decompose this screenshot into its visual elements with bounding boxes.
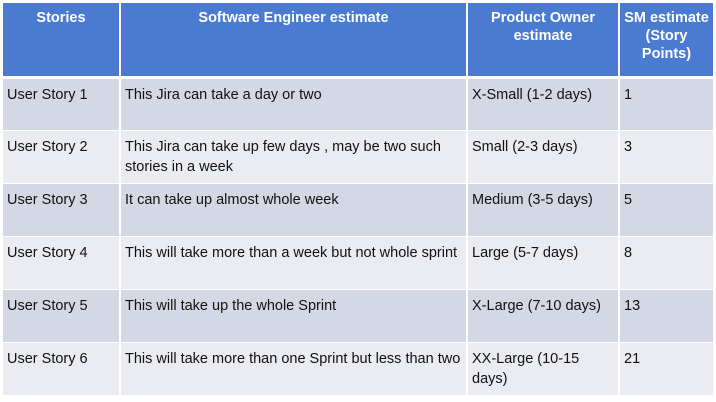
header-sm-estimate: SM estimate (Story Points) xyxy=(619,3,713,79)
story-points-cell: 1 xyxy=(619,77,713,131)
table-row: User Story 3 It can take up almost whole… xyxy=(3,183,713,237)
table-row: User Story 6 This will take more than on… xyxy=(3,342,713,396)
engineer-estimate-cell: This Jira can take a day or two xyxy=(120,77,468,131)
estimation-table: Stories Software Engineer estimate Produ… xyxy=(3,3,713,396)
story-cell: User Story 3 xyxy=(3,183,121,237)
table-row: User Story 5 This will take up the whole… xyxy=(3,289,713,343)
owner-estimate-cell: XX-Large (10-15 days) xyxy=(467,342,620,396)
table-row: User Story 1 This Jira can take a day or… xyxy=(3,77,713,131)
header-row: Stories Software Engineer estimate Produ… xyxy=(3,3,713,79)
engineer-estimate-cell: It can take up almost whole week xyxy=(120,183,468,237)
engineer-estimate-cell: This will take more than a week but not … xyxy=(120,236,468,290)
owner-estimate-cell: Medium (3-5 days) xyxy=(467,183,620,237)
story-cell: User Story 6 xyxy=(3,342,121,396)
owner-estimate-cell: Large (5-7 days) xyxy=(467,236,620,290)
header-product-owner-estimate: Product Owner estimate xyxy=(467,3,620,79)
story-cell: User Story 4 xyxy=(3,236,121,290)
owner-estimate-cell: X-Small (1-2 days) xyxy=(467,77,620,131)
estimation-table-container: Stories Software Engineer estimate Produ… xyxy=(3,3,713,399)
owner-estimate-cell: Small (2-3 days) xyxy=(467,130,620,184)
table-row: User Story 4 This will take more than a … xyxy=(3,236,713,290)
story-points-cell: 5 xyxy=(619,183,713,237)
table-header: Stories Software Engineer estimate Produ… xyxy=(3,3,713,79)
engineer-estimate-cell: This will take more than one Sprint but … xyxy=(120,342,468,396)
engineer-estimate-cell: This will take up the whole Sprint xyxy=(120,289,468,343)
table-body: User Story 1 This Jira can take a day or… xyxy=(3,77,713,396)
story-points-cell: 3 xyxy=(619,130,713,184)
story-points-cell: 21 xyxy=(619,342,713,396)
story-cell: User Story 1 xyxy=(3,77,121,131)
story-points-cell: 8 xyxy=(619,236,713,290)
story-points-cell: 13 xyxy=(619,289,713,343)
owner-estimate-cell: X-Large (7-10 days) xyxy=(467,289,620,343)
header-software-engineer-estimate: Software Engineer estimate xyxy=(120,3,468,79)
story-cell: User Story 2 xyxy=(3,130,121,184)
header-stories: Stories xyxy=(3,3,121,79)
story-cell: User Story 5 xyxy=(3,289,121,343)
engineer-estimate-cell: This Jira can take up few days , may be … xyxy=(120,130,468,184)
table-row: User Story 2 This Jira can take up few d… xyxy=(3,130,713,184)
